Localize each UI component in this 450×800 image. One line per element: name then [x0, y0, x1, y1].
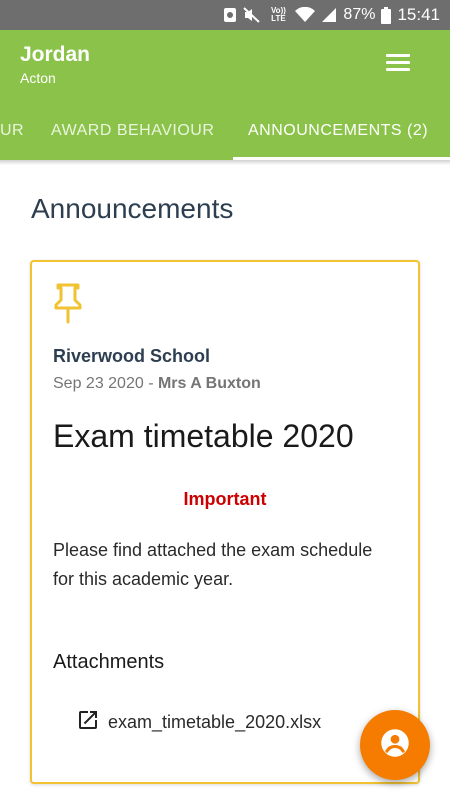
tab-announcements[interactable]: ANNOUNCEMENTS (2) [248, 108, 428, 160]
priority-label: Important [183, 489, 267, 509]
tab-bar: UR AWARD BEHAVIOUR ANNOUNCEMENTS (2) [0, 108, 450, 160]
announcement-date: Sep 23 2020 [53, 375, 144, 392]
announcement-meta: Sep 23 2020 - Mrs A Buxton [53, 375, 261, 393]
status-bar: Vo)) LTE 87% 15:41 [0, 0, 450, 30]
pushpin-icon [52, 282, 84, 324]
mute-icon [243, 7, 261, 23]
student-name: Jordan [20, 43, 91, 66]
app-bar-shadow [0, 160, 450, 165]
announcement-card[interactable]: Riverwood School Sep 23 2020 - Mrs A Bux… [30, 260, 420, 784]
attachments-heading: Attachments [53, 651, 165, 673]
meta-separator: - [143, 375, 158, 392]
clock: 15:41 [397, 5, 440, 24]
signal-icon [321, 7, 337, 23]
hamburger-menu-icon[interactable] [386, 54, 410, 74]
account-fab-button[interactable] [360, 710, 430, 780]
app-bar: Jordan Acton UR AWARD BEHAVIOUR ANNOUNCE… [0, 30, 450, 160]
school-name: Riverwood School [53, 346, 211, 366]
page-title: Announcements [31, 193, 234, 224]
open-external-icon [76, 708, 100, 737]
announcement-author: Mrs A Buxton [157, 375, 261, 392]
student-surname: Acton [20, 70, 56, 86]
volte-label: Vo)) LTE [270, 6, 286, 23]
wifi-icon [295, 7, 316, 23]
attachment-filename: exam_timetable_2020.xlsx [108, 712, 322, 732]
battery-icon [381, 6, 392, 24]
tab-partial[interactable]: UR [0, 108, 24, 160]
tab-award-behaviour[interactable]: AWARD BEHAVIOUR [51, 108, 214, 160]
announcement-body: Please find attached the exam schedule f… [53, 540, 373, 589]
account-circle-icon [380, 728, 410, 763]
attachment-link[interactable]: exam_timetable_2020.xlsx [76, 708, 321, 737]
data-saver-icon [223, 7, 237, 23]
battery-percent: 87% [343, 6, 376, 23]
announcement-title: Exam timetable 2020 [53, 418, 354, 454]
